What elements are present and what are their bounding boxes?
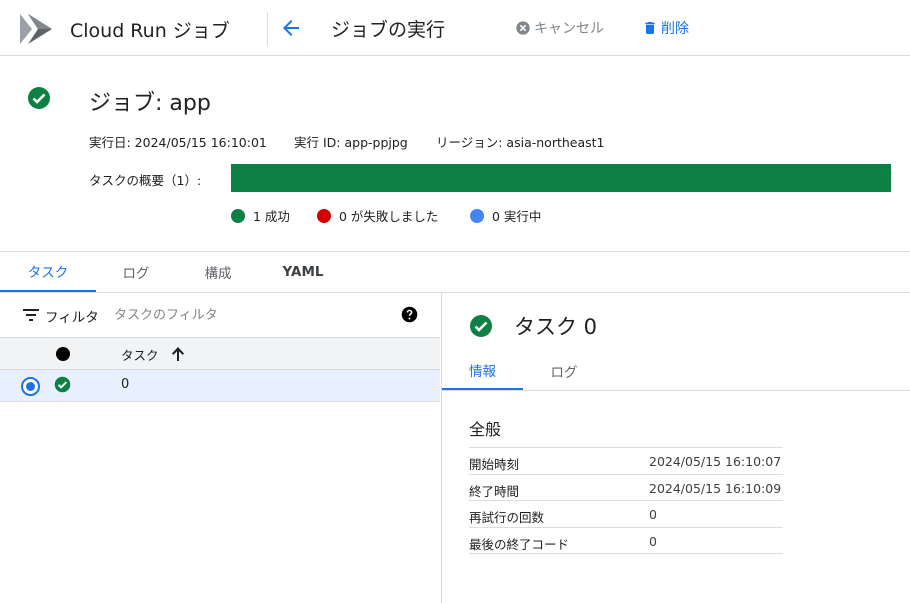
success-dot-icon [231, 208, 245, 223]
delete-button[interactable]: 削除 [642, 18, 689, 38]
legend-running: 0 実行中 [470, 206, 541, 225]
info-key: 最後の終了コード [469, 536, 570, 552]
row-select-radio[interactable] [21, 377, 40, 396]
info-key: 再試行の回数 [469, 510, 545, 525]
panel-divider [441, 293, 442, 603]
task-detail-title: タスク 0 [514, 315, 598, 339]
info-value: 2024/05/15 16:10:07 [649, 454, 782, 469]
info-value: 0 [649, 507, 657, 522]
task-progress-success-fill [231, 164, 891, 192]
status-column-icon [56, 347, 70, 361]
info-row-end-time: 終了時間 2024/05/15 16:10:09 [469, 475, 783, 501]
info-value: 2024/05/15 16:10:09 [649, 480, 782, 496]
info-key: 終了時間 [469, 483, 520, 499]
success-check-icon [28, 87, 50, 109]
back-arrow-icon[interactable] [279, 16, 303, 40]
trash-icon [645, 22, 655, 34]
task-progress-bar [231, 164, 891, 192]
legend-failed-label: 0 が失敗しました [339, 209, 439, 224]
general-section-title: 全般 [469, 420, 502, 439]
task-summary-label: タスクの概要（1）: [89, 173, 202, 188]
job-title: ジョブ: app [89, 91, 211, 116]
legend-success-label: 1 成功 [253, 209, 290, 224]
legend-success: 1 成功 [231, 206, 290, 225]
filter-label: フィルタ [45, 310, 99, 326]
info-row-retries: 再試行の回数 0 [469, 501, 783, 528]
tab-tasks[interactable]: タスク [0, 251, 96, 292]
region: リージョン: asia-northeast1 [436, 135, 605, 150]
detail-tabs-divider [442, 390, 910, 391]
top-bar: Cloud Run ジョブ ジョブの実行 キャンセル 削除 [0, 0, 910, 56]
cancel-icon [516, 21, 530, 35]
page-title: ジョブの実行 [331, 19, 446, 41]
table-row[interactable]: 0 [0, 370, 440, 402]
sort-ascending-icon[interactable] [170, 345, 186, 363]
cloud-run-logo-icon [20, 14, 52, 44]
delete-label: 削除 [661, 21, 689, 37]
tab-task-logs[interactable]: ログ [523, 351, 605, 390]
task-column-header[interactable]: タスク [121, 345, 159, 364]
product-title: Cloud Run ジョブ [70, 20, 230, 42]
executed-at: 実行日: 2024/05/15 16:10:01 [89, 135, 267, 150]
help-icon[interactable] [401, 306, 418, 323]
legend-failed: 0 が失敗しました [317, 206, 438, 225]
tab-logs[interactable]: ログ [96, 251, 176, 292]
tab-config[interactable]: 構成 [176, 251, 260, 292]
task-table-header: タスク [0, 337, 440, 370]
info-key: 開始時刻 [469, 457, 520, 472]
filter-icon[interactable] [22, 307, 40, 323]
row-task-number: 0 [121, 377, 130, 392]
execution-id: 実行 ID: app-ppjpg [294, 135, 408, 150]
success-check-icon [470, 315, 492, 337]
tab-info[interactable]: 情報 [442, 351, 523, 390]
legend-running-label: 0 実行中 [492, 209, 542, 224]
info-row-start-time: 開始時刻 2024/05/15 16:10:07 [469, 448, 783, 475]
header-divider [267, 12, 268, 46]
info-value: 0 [649, 533, 657, 549]
success-check-icon [54, 376, 71, 393]
running-dot-icon [470, 208, 484, 223]
cancel-label: キャンセル [534, 21, 604, 37]
filter-bar: フィルタ [0, 293, 440, 337]
failed-dot-icon [317, 208, 331, 223]
task-filter-input[interactable] [114, 302, 384, 328]
info-row-exit-code: 最後の終了コード 0 [469, 528, 783, 554]
cancel-button[interactable]: キャンセル [515, 18, 604, 38]
task-info-table: 開始時刻 2024/05/15 16:10:07 終了時間 2024/05/15… [469, 447, 783, 554]
tab-yaml[interactable]: YAML [260, 251, 346, 292]
